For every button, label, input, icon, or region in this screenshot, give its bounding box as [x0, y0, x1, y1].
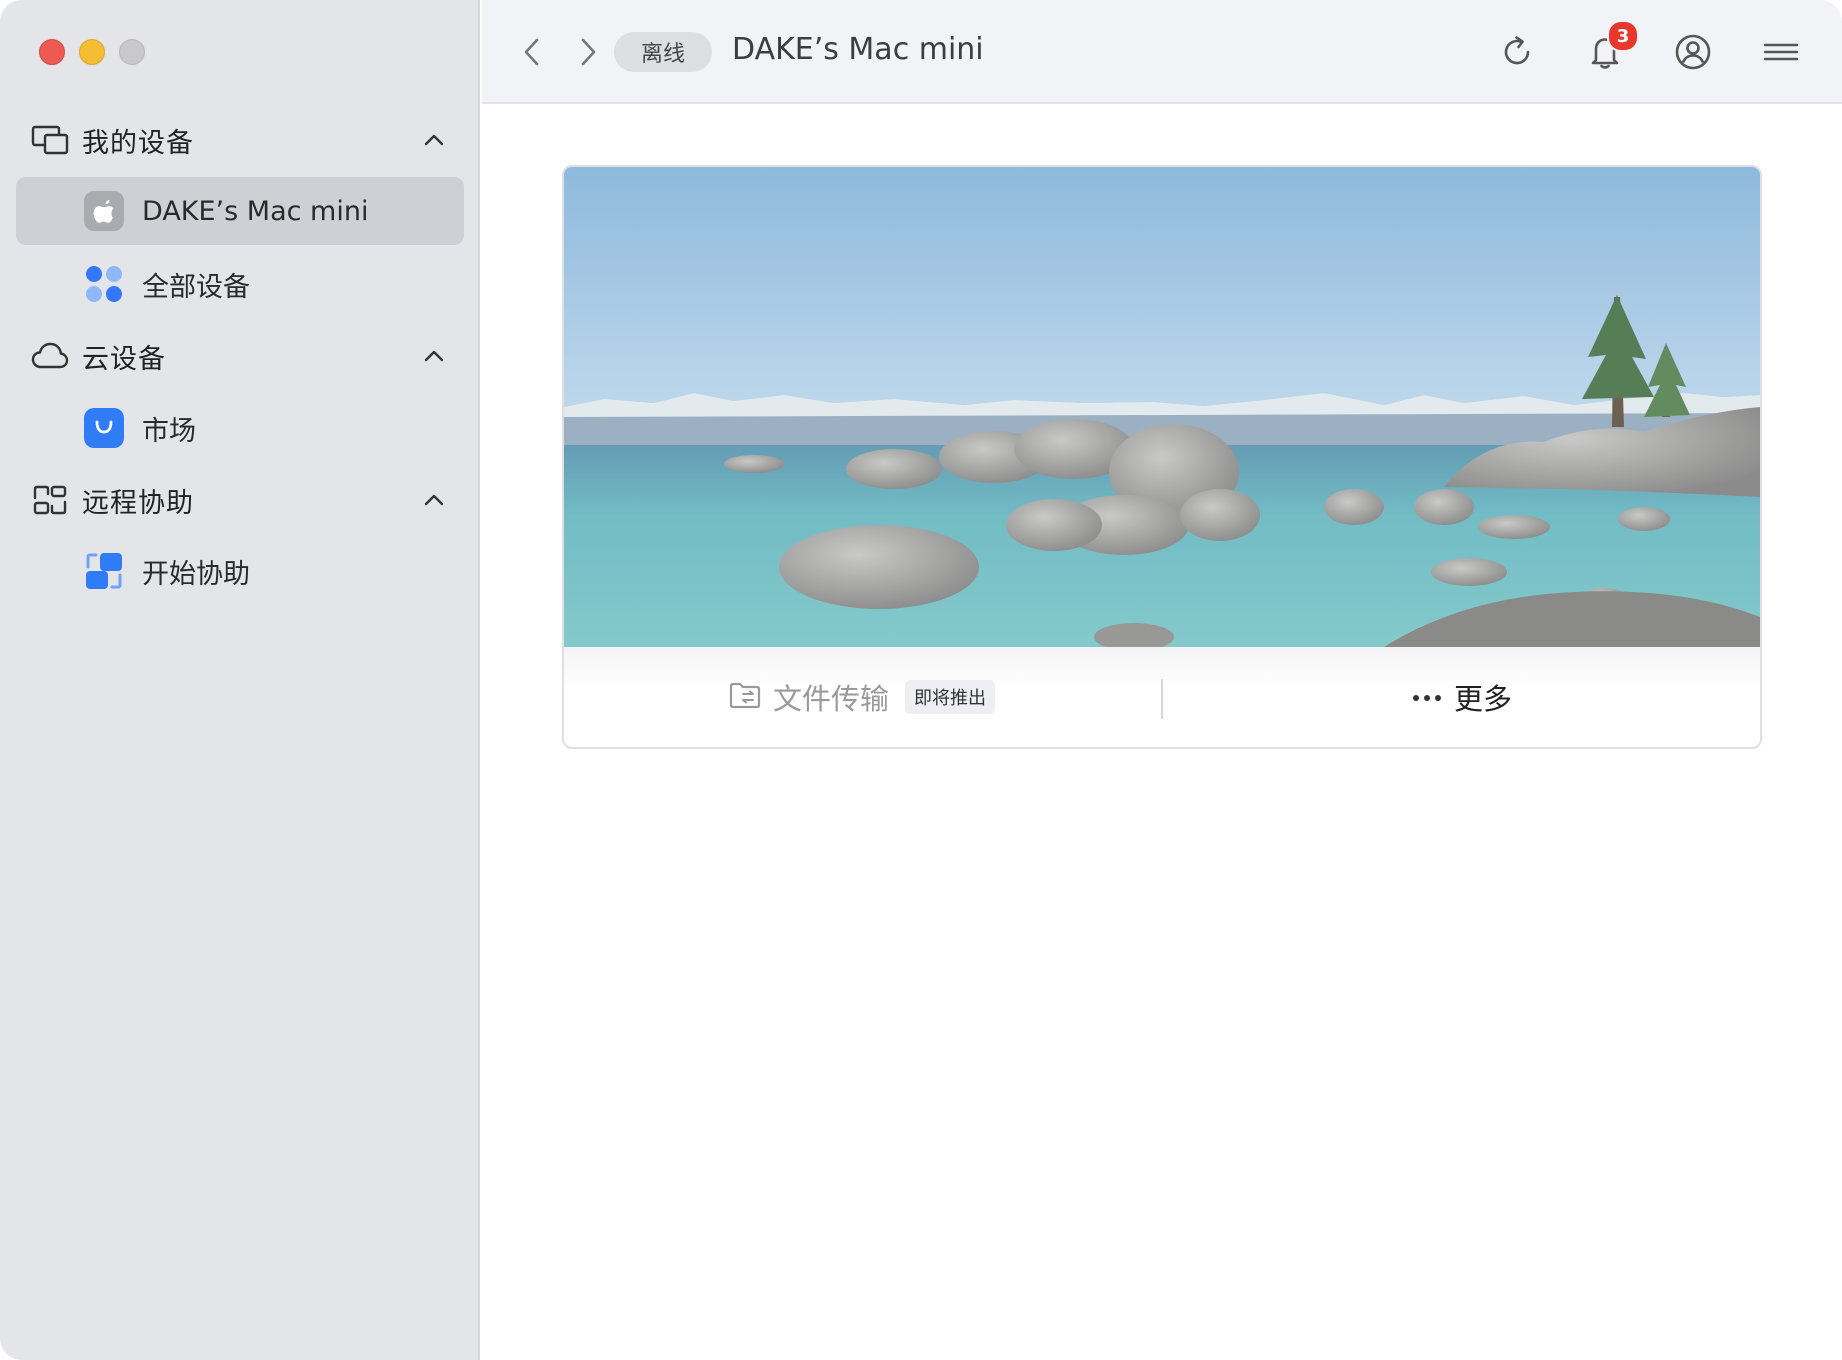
forward-button[interactable]: [566, 30, 610, 74]
zoom-window-button[interactable]: [119, 39, 145, 65]
file-transfer-label: 文件传输: [772, 682, 889, 716]
folder-transfer-icon: [729, 680, 761, 714]
app-window: 我的设备 DAKE’s Mac mini 全部设备 云设备 市场 远程协助 开始…: [0, 0, 1842, 1360]
menu-button[interactable]: [1759, 30, 1803, 74]
file-transfer-button: 文件传输 即将推出: [564, 647, 1160, 747]
hamburger-menu-icon: [1764, 43, 1798, 61]
sidebar-item-label: 市场: [142, 415, 196, 447]
refresh-icon: [1504, 36, 1530, 65]
sidebar-item-label: 全部设备: [142, 271, 250, 303]
device-card: 文件传输 即将推出 更多: [562, 165, 1762, 749]
desktop-wallpaper-preview[interactable]: [564, 167, 1760, 647]
page-title: DAKE’s Mac mini: [732, 32, 984, 67]
user-avatar-icon: [1675, 34, 1711, 70]
toolbar: 离线 DAKE’s Mac mini 3: [482, 0, 1842, 104]
all-devices-grid-icon: [84, 264, 124, 304]
ellipsis-icon: [1412, 688, 1442, 707]
chevron-left-icon: [524, 38, 539, 66]
chevron-up-icon[interactable]: [418, 340, 450, 372]
sidebar-item-all-devices[interactable]: 全部设备: [16, 250, 464, 318]
status-badge: 离线: [614, 32, 712, 72]
back-button[interactable]: [510, 30, 554, 74]
remote-assist-icon: [30, 480, 70, 520]
section-remote-assist[interactable]: 远程协助: [30, 476, 450, 524]
sidebar-item-mac-mini[interactable]: DAKE’s Mac mini: [16, 177, 464, 245]
card-actions: 文件传输 即将推出 更多: [564, 647, 1760, 747]
sidebar-item-label: 开始协助: [142, 558, 250, 590]
sidebar: 我的设备 DAKE’s Mac mini 全部设备 云设备 市场 远程协助 开始…: [0, 0, 480, 1360]
minimize-window-button[interactable]: [79, 39, 105, 65]
chevron-up-icon[interactable]: [418, 124, 450, 156]
section-label: 云设备: [82, 343, 166, 375]
notification-count-badge: 3: [1607, 20, 1639, 52]
section-label: 远程协助: [82, 487, 194, 519]
refresh-button[interactable]: [1495, 30, 1539, 74]
start-assist-icon: [84, 551, 124, 591]
sidebar-item-start-assist[interactable]: 开始协助: [16, 537, 464, 605]
sidebar-item-market[interactable]: 市场: [16, 394, 464, 462]
devices-icon: [30, 120, 70, 160]
apple-logo-icon: [84, 191, 124, 231]
coming-soon-tag: 即将推出: [905, 680, 995, 714]
section-label: 我的设备: [82, 127, 194, 159]
chevron-up-icon[interactable]: [418, 484, 450, 516]
chevron-right-icon: [581, 38, 596, 66]
sidebar-item-label: DAKE’s Mac mini: [142, 195, 369, 227]
section-my-devices[interactable]: 我的设备: [30, 116, 450, 164]
more-label: 更多: [1453, 682, 1512, 716]
divider: [1161, 679, 1163, 719]
notifications-button[interactable]: 3: [1583, 20, 1639, 74]
market-bag-icon: [84, 408, 124, 448]
cloud-icon: [30, 336, 70, 376]
close-window-button[interactable]: [39, 39, 65, 65]
more-button[interactable]: 更多: [1164, 647, 1760, 747]
section-cloud-devices[interactable]: 云设备: [30, 332, 450, 380]
account-button[interactable]: [1671, 30, 1715, 74]
